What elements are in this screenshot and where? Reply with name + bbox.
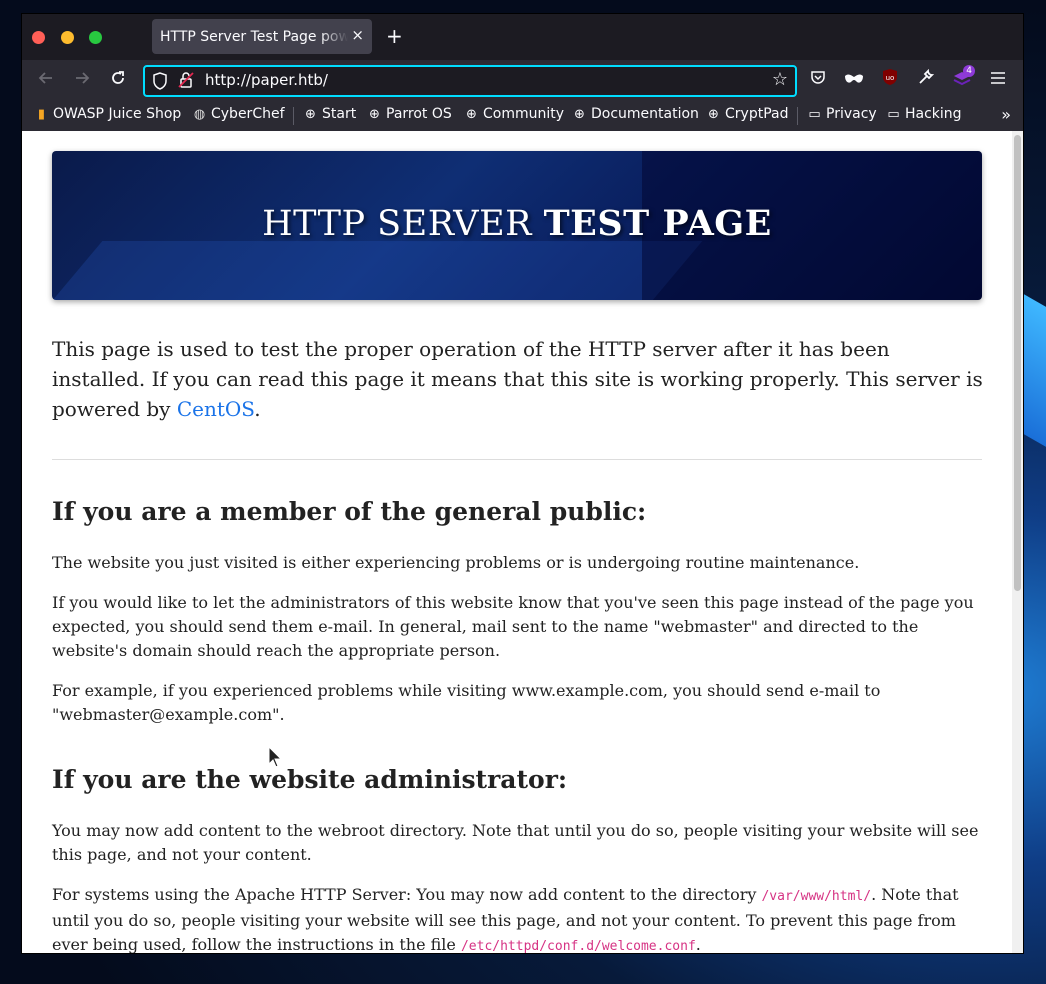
bookmark-label: Hacking — [905, 106, 962, 122]
bookmark-label: Community — [483, 106, 565, 122]
back-button[interactable] — [35, 69, 57, 91]
tab-close-icon[interactable]: × — [351, 26, 364, 44]
folder-icon: ▭ — [808, 106, 821, 122]
tracking-shield-icon[interactable] — [152, 72, 168, 90]
hamburger-menu-icon[interactable] — [986, 68, 1010, 92]
hero-title-bold: TEST PAGE — [543, 203, 772, 244]
bookmark-owasp-juice-shop[interactable]: ▮ OWASP Juice Shop — [34, 106, 181, 122]
centos-link[interactable]: CentOS — [177, 397, 254, 421]
divider — [52, 459, 982, 460]
insecure-lock-icon[interactable] — [178, 71, 194, 89]
chef-icon: ◍ — [193, 106, 206, 122]
reload-icon — [112, 71, 124, 84]
bookmark-star-icon[interactable]: ☆ — [772, 69, 788, 90]
extension-stack-icon[interactable]: 4 — [950, 65, 975, 92]
admin-p2-text-c: . — [695, 935, 701, 953]
address-bar[interactable]: http://paper.htb/ ☆ — [143, 65, 797, 97]
intro-paragraph: This page is used to test the proper ope… — [52, 334, 987, 424]
forward-button[interactable] — [71, 69, 93, 91]
bookmark-label: CryptPad — [725, 106, 789, 122]
chevron-more-icon[interactable]: » — [1001, 105, 1011, 124]
bookmark-cyberchef[interactable]: ◍ CyberChef — [192, 106, 285, 122]
admin-paragraph-1: You may now add content to the webroot d… — [52, 821, 979, 864]
hero-facet — [52, 241, 703, 300]
welcome-conf-path-code: /etc/httpd/conf.d/welcome.conf — [460, 939, 696, 953]
intro-end: . — [254, 397, 261, 421]
globe-icon: ⊕ — [708, 106, 719, 122]
back-arrow-icon — [38, 72, 52, 84]
public-heading: If you are a member of the general publi… — [52, 497, 647, 526]
globe-icon: ⊕ — [466, 106, 477, 122]
globe-icon: ⊕ — [369, 106, 380, 122]
bookmark-label: Documentation — [591, 106, 699, 122]
juice-icon: ▮ — [37, 106, 46, 122]
folder-icon: ▭ — [887, 106, 900, 122]
bookmark-separator — [797, 107, 798, 125]
bookmark-documentation[interactable]: ⊕ Documentation — [572, 106, 699, 122]
reload-button[interactable] — [107, 69, 129, 91]
public-paragraph-2: If you would like to let the administrat… — [52, 593, 974, 660]
desktop-wallpaper-accent — [1022, 293, 1046, 447]
admin-paragraph-2: For systems using the Apache HTTP Server… — [52, 883, 987, 953]
tab-active[interactable]: HTTP Server Test Page powered by CentOS … — [152, 19, 372, 54]
svg-text:uo: uo — [886, 74, 895, 82]
globe-icon: ⊕ — [574, 106, 585, 122]
hero-title-normal: HTTP SERVER — [262, 204, 532, 244]
admin-p2-text-a: For systems using the Apache HTTP Server… — [52, 885, 762, 904]
admin-heading: If you are the website administrator: — [52, 765, 568, 794]
bookmark-label: Privacy — [826, 106, 877, 122]
bookmark-label: OWASP Juice Shop — [53, 106, 182, 122]
hero-title: HTTP SERVER TEST PAGE — [52, 203, 982, 244]
bookmark-community[interactable]: ⊕ Community — [464, 106, 564, 122]
public-paragraph-3: For example, if you experienced problems… — [52, 681, 881, 724]
bookmarks-toolbar: ▮ OWASP Juice Shop ◍ CyberChef ⊕ Start ⊕… — [22, 100, 1023, 132]
page-scrollbar[interactable] — [1012, 131, 1023, 953]
hero-banner: HTTP SERVER TEST PAGE — [52, 151, 982, 300]
bookmark-label: Parrot OS — [386, 106, 452, 122]
bookmark-cryptpad[interactable]: ⊕ CryptPad — [706, 106, 788, 122]
private-mask-icon[interactable] — [842, 68, 866, 92]
public-paragraph-1: The website you just visited is either e… — [52, 553, 860, 572]
pocket-icon[interactable] — [806, 68, 830, 92]
window-maximize-button[interactable] — [89, 31, 102, 44]
extension-badge: 4 — [963, 65, 975, 77]
webroot-path-code: /var/www/html/ — [761, 889, 872, 904]
tab-title: HTTP Server Test Page powered by CentOS — [160, 28, 348, 45]
window-close-button[interactable] — [32, 31, 45, 44]
bookmark-separator — [293, 107, 294, 125]
window-minimize-button[interactable] — [61, 31, 74, 44]
bookmark-folder-privacy[interactable]: ▭ Privacy — [807, 106, 877, 122]
bookmark-folder-hacking[interactable]: ▭ Hacking — [886, 106, 962, 122]
ublock-origin-icon[interactable]: uo — [878, 68, 902, 92]
scrollbar-thumb[interactable] — [1014, 135, 1021, 591]
globe-icon: ⊕ — [305, 106, 316, 122]
tab-bar: HTTP Server Test Page powered by CentOS … — [22, 14, 1023, 60]
bookmark-start[interactable]: ⊕ Start — [303, 106, 356, 122]
browser-window: HTTP Server Test Page powered by CentOS … — [22, 14, 1023, 953]
bookmark-label: Start — [322, 106, 357, 122]
new-tab-button[interactable]: + — [386, 25, 403, 47]
page-content: HTTP SERVER TEST PAGE This page is used … — [22, 131, 1012, 953]
bookmark-label: CyberChef — [211, 106, 285, 122]
url-text[interactable]: http://paper.htb/ — [205, 71, 328, 89]
forward-arrow-icon — [76, 72, 90, 84]
wrench-icon[interactable] — [914, 68, 938, 92]
navigation-toolbar: http://paper.htb/ ☆ uo 4 — [22, 60, 1023, 100]
mouse-cursor-icon — [268, 746, 282, 768]
bookmark-parrot-os[interactable]: ⊕ Parrot OS — [367, 106, 452, 122]
